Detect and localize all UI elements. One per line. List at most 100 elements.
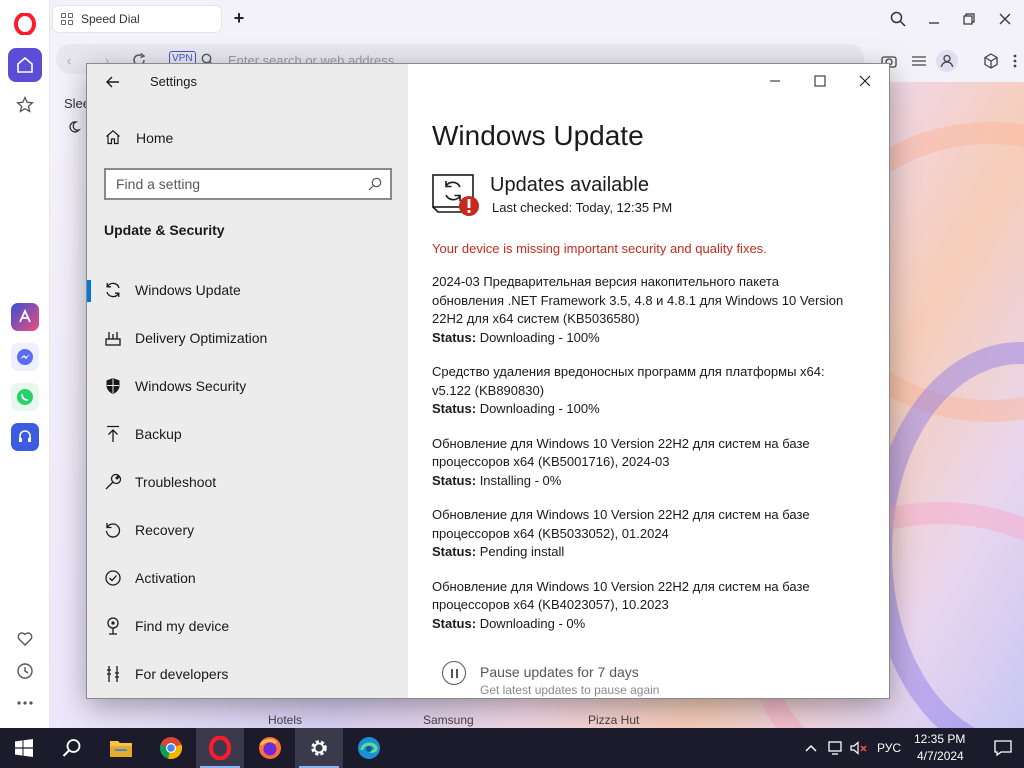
nav-item-label: For developers bbox=[135, 666, 229, 682]
update-item: 2024-03 Предварительная версия накопител… bbox=[432, 273, 852, 347]
update-warning-icon bbox=[432, 172, 480, 218]
speed-dial-label[interactable]: Samsung bbox=[423, 713, 474, 727]
delivery-optimization-icon bbox=[103, 328, 123, 348]
bookmarks-star-icon[interactable] bbox=[8, 88, 42, 122]
find-setting-input[interactable] bbox=[106, 170, 356, 198]
status-label: Status: bbox=[432, 615, 477, 631]
wrench-icon bbox=[103, 472, 123, 492]
search-icon bbox=[368, 177, 382, 194]
browser-menu-icon[interactable] bbox=[1004, 50, 1024, 72]
update-item: Обновление для Windows 10 Version 22H2 д… bbox=[432, 578, 852, 634]
update-title: Обновление для Windows 10 Version 22H2 д… bbox=[432, 578, 810, 613]
firefox-icon[interactable] bbox=[246, 728, 294, 768]
nav-item-label: Activation bbox=[135, 570, 196, 586]
status-label: Status: bbox=[432, 329, 477, 345]
nav-item-label: Windows Security bbox=[135, 378, 247, 394]
clock-date[interactable]: 4/7/2024 bbox=[917, 749, 964, 763]
sync-icon bbox=[103, 280, 123, 300]
whatsapp-icon[interactable] bbox=[11, 383, 39, 411]
settings-window: Settings Home Update & Security Windows … bbox=[87, 64, 889, 698]
home-icon[interactable] bbox=[8, 48, 42, 82]
tab-speed-dial[interactable]: Speed Dial bbox=[53, 6, 221, 32]
nav-for-developers[interactable]: For developers bbox=[87, 654, 408, 694]
clock-time[interactable]: 12:35 PM bbox=[914, 732, 965, 746]
nav-home-label: Home bbox=[136, 130, 174, 146]
new-tab-button[interactable]: + bbox=[228, 8, 250, 30]
profile-icon[interactable] bbox=[936, 50, 958, 72]
pause-icon bbox=[442, 661, 466, 685]
nav-activation[interactable]: Activation bbox=[87, 558, 408, 598]
restore-browser-button[interactable] bbox=[957, 8, 981, 30]
update-status: Downloading - 0% bbox=[479, 615, 586, 631]
last-checked-text: Last checked: Today, 12:35 PM bbox=[492, 200, 673, 215]
taskbar: РУС 12:35 PM 4/7/2024 bbox=[0, 728, 1024, 768]
minimize-browser-button[interactable] bbox=[922, 8, 946, 30]
home-icon bbox=[105, 129, 121, 148]
network-icon[interactable] bbox=[827, 740, 845, 756]
speed-dial-label[interactable]: Pizza Hut bbox=[588, 713, 639, 727]
close-window-button[interactable] bbox=[848, 70, 882, 92]
close-browser-button[interactable] bbox=[993, 8, 1017, 30]
nav-delivery-optimization[interactable]: Delivery Optimization bbox=[87, 318, 408, 358]
aria-ai-icon[interactable] bbox=[11, 303, 39, 331]
search-icon[interactable] bbox=[48, 728, 96, 768]
settings-gear-icon[interactable] bbox=[295, 728, 343, 768]
history-clock-icon[interactable] bbox=[8, 654, 42, 688]
nav-recovery[interactable]: Recovery bbox=[87, 510, 408, 550]
browser-titlebar: Speed Dial + bbox=[50, 0, 1024, 38]
search-tabs-icon[interactable] bbox=[886, 8, 910, 30]
update-item: Средство удаления вредоносных программ д… bbox=[432, 363, 852, 419]
back-nav-icon[interactable]: ‹ bbox=[58, 49, 80, 71]
music-player-icon[interactable] bbox=[11, 423, 39, 451]
minimize-window-button[interactable] bbox=[758, 70, 792, 92]
back-button[interactable] bbox=[103, 72, 123, 92]
messenger-icon[interactable] bbox=[11, 343, 39, 371]
extensions-cube-icon[interactable] bbox=[980, 50, 1002, 72]
check-circle-icon bbox=[103, 568, 123, 588]
tab-title: Speed Dial bbox=[81, 12, 140, 26]
opera-icon[interactable] bbox=[196, 728, 244, 768]
weather-icon bbox=[67, 120, 81, 137]
more-options-icon[interactable] bbox=[8, 686, 42, 720]
update-title: Обновление для Windows 10 Version 22H2 д… bbox=[432, 507, 810, 541]
nav-item-label: Windows Update bbox=[135, 282, 241, 298]
start-icon[interactable] bbox=[0, 728, 48, 768]
updates-available-heading: Updates available bbox=[490, 174, 649, 196]
action-center-icon[interactable] bbox=[982, 728, 1024, 768]
nav-windows-update[interactable]: Windows Update bbox=[87, 270, 408, 310]
edge-icon[interactable] bbox=[345, 728, 393, 768]
nav-item-label: Backup bbox=[135, 426, 182, 442]
nav-find-my-device[interactable]: Find my device bbox=[87, 606, 408, 646]
nav-home[interactable]: Home bbox=[87, 124, 408, 152]
status-label: Status: bbox=[432, 472, 477, 488]
update-list: 2024-03 Предварительная версия накопител… bbox=[432, 273, 852, 649]
location-pin-icon bbox=[103, 616, 123, 636]
nav-troubleshoot[interactable]: Troubleshoot bbox=[87, 462, 408, 502]
developer-tools-icon bbox=[103, 664, 123, 684]
nav-windows-security[interactable]: Windows Security bbox=[87, 366, 408, 406]
find-setting-field[interactable] bbox=[104, 168, 392, 200]
show-hidden-icons-chevron-icon[interactable] bbox=[802, 740, 820, 756]
update-title: Средство удаления вредоносных программ д… bbox=[432, 364, 825, 398]
speed-dial-label[interactable]: Hotels bbox=[268, 713, 302, 727]
pause-updates-label: Pause updates for 7 days bbox=[480, 664, 639, 680]
nav-item-label: Recovery bbox=[135, 522, 195, 538]
speed-dial-grid-icon bbox=[61, 13, 73, 25]
volume-muted-icon[interactable] bbox=[850, 740, 868, 756]
settings-navigation-pane: Settings Home Update & Security Windows … bbox=[87, 64, 408, 698]
status-label: Status: bbox=[432, 401, 477, 416]
page-title: Windows Update bbox=[432, 120, 644, 151]
nav-item-label: Find my device bbox=[135, 618, 230, 634]
chrome-icon[interactable] bbox=[147, 728, 195, 768]
nav-item-label: Delivery Optimization bbox=[135, 330, 268, 346]
maximize-window-button[interactable] bbox=[803, 70, 837, 92]
easy-setup-icon[interactable] bbox=[908, 50, 930, 72]
opera-logo-icon[interactable] bbox=[8, 7, 42, 41]
nav-item-label: Troubleshoot bbox=[135, 474, 217, 490]
input-language-indicator[interactable]: РУС bbox=[877, 741, 901, 755]
update-item: Обновление для Windows 10 Version 22H2 д… bbox=[432, 506, 852, 562]
heart-icon[interactable] bbox=[8, 622, 42, 656]
nav-backup[interactable]: Backup bbox=[87, 414, 408, 454]
file-explorer-icon[interactable] bbox=[97, 728, 145, 768]
security-warning-text: Your device is missing important securit… bbox=[432, 241, 767, 256]
